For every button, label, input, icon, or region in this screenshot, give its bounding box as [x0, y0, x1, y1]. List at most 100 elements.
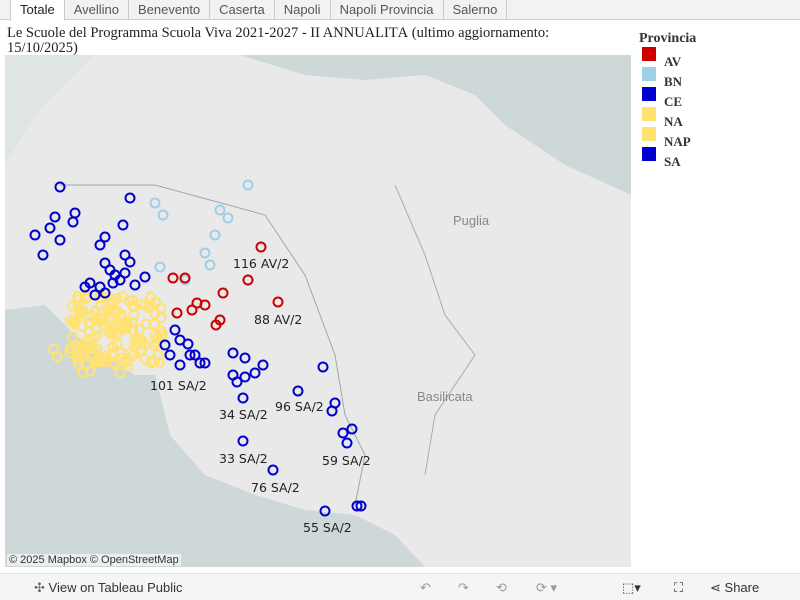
school-marker[interactable] [169, 324, 181, 336]
school-marker[interactable] [182, 338, 194, 350]
school-marker[interactable] [167, 272, 179, 284]
school-marker[interactable] [272, 296, 284, 308]
legend-label: NAP [664, 134, 691, 147]
map-canvas[interactable]: Puglia Basilicata 116 AV/2 88 AV/2 101 SA/… [5, 55, 631, 567]
share-button[interactable]: ⋖ Share [710, 580, 759, 596]
redo-button[interactable]: ↷ [458, 580, 469, 596]
map-annotation: 59 SA/2 [322, 453, 371, 468]
tab-caserta[interactable]: Caserta [210, 0, 275, 20]
map-annotation: 33 SA/2 [219, 451, 268, 466]
school-marker[interactable] [292, 385, 304, 397]
school-marker[interactable] [44, 222, 56, 234]
school-marker[interactable] [119, 267, 131, 279]
school-marker[interactable] [124, 192, 136, 204]
fullscreen-icon: ⛶ [674, 580, 684, 595]
region-border [394, 184, 476, 476]
dashboard-title: Le Scuole del Programma Scuola Viva 2021… [7, 26, 550, 55]
fullscreen-button[interactable]: ⛶ [674, 580, 683, 596]
tab-napoli[interactable]: Napoli [275, 0, 331, 20]
school-marker[interactable] [227, 347, 239, 359]
school-marker[interactable] [257, 359, 269, 371]
school-marker[interactable] [204, 259, 216, 271]
legend-label: BN [664, 74, 683, 87]
sheet-tabs: Totale Avellino Benevento Caserta Napoli Napo… [0, 0, 800, 21]
map-attribution[interactable]: © 2025 Mapbox © OpenStreetMap [7, 554, 181, 566]
download-icon: ⬚▾ [622, 580, 641, 595]
school-marker[interactable] [117, 219, 129, 231]
school-marker[interactable] [239, 352, 251, 364]
tab-totale[interactable]: Totale [10, 0, 65, 21]
school-marker[interactable] [237, 392, 249, 404]
school-marker[interactable] [154, 261, 166, 273]
school-marker[interactable] [237, 435, 249, 447]
school-marker[interactable] [37, 249, 49, 261]
school-marker[interactable] [54, 181, 66, 193]
download-button[interactable]: ⬚▾ [622, 580, 641, 596]
school-marker[interactable] [199, 247, 211, 259]
tab-benevento[interactable]: Benevento [129, 0, 211, 20]
legend-item-ce[interactable]: CE [639, 87, 696, 107]
legend-swatch [642, 147, 656, 161]
refresh-button[interactable]: ⟳ ▾ [536, 580, 557, 596]
school-marker[interactable] [242, 274, 254, 286]
school-marker[interactable] [222, 212, 234, 224]
school-marker[interactable] [174, 359, 186, 371]
legend-item-na[interactable]: NA [639, 107, 696, 127]
legend-item-bn[interactable]: BN [639, 67, 696, 87]
tab-salerno[interactable]: Salerno [444, 0, 508, 20]
map-annotation: 55 SA/2 [303, 520, 352, 535]
sea-adriatic [240, 55, 631, 195]
legend-item-sa[interactable]: SA [639, 147, 696, 167]
school-marker[interactable] [337, 427, 349, 439]
school-marker[interactable] [29, 229, 41, 241]
school-marker[interactable] [267, 464, 279, 476]
school-marker[interactable] [231, 376, 243, 388]
school-marker[interactable] [54, 234, 66, 246]
school-marker[interactable] [317, 361, 329, 373]
map[interactable]: Puglia Basilicata 116 AV/2 88 AV/2 101 SA/… [5, 55, 631, 567]
school-marker[interactable] [155, 302, 167, 314]
school-marker[interactable] [67, 216, 79, 228]
view-on-tableau-button[interactable]: ✣ View on Tableau Public [34, 580, 182, 596]
legend-item-av[interactable]: AV [639, 47, 696, 67]
map-annotation: 96 SA/2 [275, 399, 324, 414]
school-marker[interactable] [164, 349, 176, 361]
tab-napoli-provincia[interactable]: Napoli Provincia [331, 0, 444, 20]
school-marker[interactable] [186, 304, 198, 316]
undo-button[interactable]: ↶ [420, 580, 431, 596]
school-marker[interactable] [157, 209, 169, 221]
school-marker[interactable] [255, 241, 267, 253]
revert-icon: ⟲ [496, 580, 507, 595]
school-marker[interactable] [139, 271, 151, 283]
revert-button[interactable]: ⟲ [496, 580, 507, 596]
map-annotation: 101 SA/2 [150, 378, 207, 393]
legend-item-nap[interactable]: NAP [639, 127, 696, 147]
undo-icon: ↶ [420, 580, 431, 595]
school-marker[interactable] [217, 287, 229, 299]
school-marker[interactable] [49, 211, 61, 223]
school-marker[interactable] [159, 339, 171, 351]
view-label: View on Tableau Public [48, 580, 183, 595]
map-annotation: 34 SA/2 [219, 407, 268, 422]
map-annotation: 76 SA/2 [251, 480, 300, 495]
school-marker[interactable] [209, 229, 221, 241]
region-label-puglia: Puglia [453, 213, 490, 228]
school-marker[interactable] [129, 279, 141, 291]
school-marker[interactable] [94, 239, 106, 251]
school-marker[interactable] [326, 405, 338, 417]
school-marker[interactable] [124, 256, 136, 268]
legend-label: AV [664, 54, 682, 67]
school-marker[interactable] [341, 437, 353, 449]
legend-swatch [642, 87, 656, 101]
school-marker[interactable] [149, 197, 161, 209]
share-icon: ⋖ [710, 580, 721, 595]
share-label: Share [724, 580, 760, 595]
school-marker[interactable] [249, 367, 261, 379]
school-marker[interactable] [242, 179, 254, 191]
school-marker[interactable] [171, 307, 183, 319]
school-marker[interactable] [69, 207, 81, 219]
legend-swatch [642, 47, 656, 61]
legend-label: SA [664, 154, 681, 167]
school-marker[interactable] [214, 204, 226, 216]
tab-avellino[interactable]: Avellino [65, 0, 129, 20]
